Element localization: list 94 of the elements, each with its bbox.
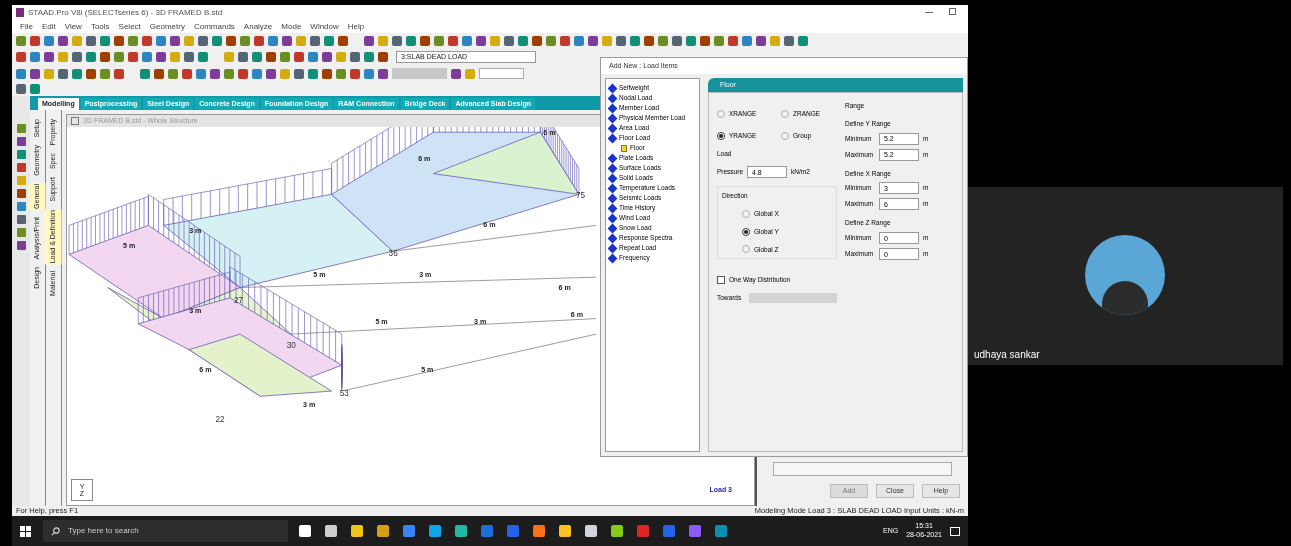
floor-icon [621, 144, 627, 152]
tool-icon[interactable] [30, 68, 40, 79]
dimension-label: 5 m [313, 271, 326, 280]
app-icon[interactable] [351, 525, 363, 537]
radio-button[interactable] [742, 209, 750, 218]
tool-icon[interactable] [252, 68, 262, 79]
window-title: STAAD.Pro V8i (SELECTseries 6) - 3D FRAMED B.std [28, 6, 223, 19]
tool-icon[interactable] [451, 68, 461, 79]
notification-icon[interactable] [950, 526, 960, 536]
node-number: 22 [215, 415, 225, 425]
menu-item[interactable]: View [64, 20, 82, 33]
dimension-label: 5 m [123, 242, 136, 251]
app-icon[interactable] [299, 525, 311, 537]
menu-item[interactable]: Edit [41, 20, 56, 33]
radio-button[interactable] [742, 245, 750, 254]
tool-icon[interactable] [308, 68, 318, 79]
radio-button[interactable] [781, 109, 789, 118]
app-icon[interactable] [611, 525, 623, 537]
radio-button[interactable] [742, 227, 750, 236]
node-number: 30 [286, 340, 296, 350]
tool-icon[interactable] [238, 68, 248, 79]
app-icon[interactable] [481, 525, 493, 537]
dimension-label: 5 m [421, 366, 434, 375]
radio-button[interactable] [781, 131, 789, 140]
windows-start-icon[interactable] [20, 525, 31, 537]
dimension-label: 6 m [199, 366, 212, 375]
tool-icon[interactable] [140, 68, 150, 79]
dimension-label: 6 m [483, 221, 496, 230]
app-icon[interactable] [715, 525, 727, 537]
app-icon[interactable] [533, 525, 545, 537]
tool-icon[interactable] [154, 68, 164, 79]
menu-item[interactable]: Analyze [243, 20, 273, 33]
menu-item[interactable]: Window [310, 20, 339, 33]
app-icon[interactable] [559, 525, 571, 537]
tool-icon[interactable] [350, 68, 360, 79]
menu-item[interactable]: Tools [90, 20, 110, 33]
checkbox[interactable] [717, 276, 725, 285]
tool-icon[interactable] [114, 68, 124, 79]
menu-item[interactable]: Select [118, 20, 141, 33]
app-icon[interactable] [663, 525, 675, 537]
tool-icon[interactable] [294, 68, 304, 79]
window-icon [71, 117, 79, 125]
search-icon [51, 526, 60, 536]
menu-item[interactable]: Geometry [149, 20, 185, 33]
tool-icon[interactable] [58, 68, 68, 79]
app-icon[interactable] [455, 525, 467, 537]
tool-icon[interactable] [72, 68, 82, 79]
input-field[interactable] [479, 68, 524, 79]
dimension-label: 3 m [419, 271, 432, 280]
tool-icon[interactable] [224, 68, 234, 79]
app-icon[interactable] [403, 525, 415, 537]
tool-icon[interactable] [168, 68, 178, 79]
tool-icon[interactable] [86, 68, 96, 79]
app-icon[interactable] [429, 525, 441, 537]
tool-icon[interactable] [322, 68, 332, 79]
app-logo-icon [16, 8, 24, 17]
dimension-label: 6 m [543, 129, 556, 138]
tool-icon[interactable] [364, 68, 374, 79]
dimension-label: 6 m [570, 310, 584, 319]
dimension-label: 6 m [418, 155, 431, 164]
dimension-label: 3 m [189, 226, 202, 235]
menu-item[interactable]: Help [347, 20, 365, 33]
menu-item[interactable]: Mode [281, 20, 302, 33]
dimension-label: 3 m [303, 400, 316, 409]
tool-icon[interactable] [210, 68, 220, 79]
dimension-label: 5 m [375, 317, 388, 326]
tool-icon[interactable] [266, 68, 276, 79]
app-icon[interactable] [507, 525, 519, 537]
app-icon[interactable] [585, 525, 597, 537]
app-icon[interactable] [689, 525, 701, 537]
radio-button[interactable] [717, 131, 725, 140]
node-number: 36 [388, 249, 398, 259]
app-icon[interactable] [377, 525, 389, 537]
dimension-label: 3 m [474, 317, 487, 326]
app-icon[interactable] [637, 525, 649, 537]
menu-item[interactable]: Commands [193, 20, 235, 33]
participant-name: udhaya sankar [974, 348, 1040, 362]
node-number: 53 [339, 389, 349, 399]
tool-icon[interactable] [378, 68, 388, 79]
tool-icon[interactable] [100, 68, 110, 79]
search-field[interactable]: Type here to search [43, 520, 288, 542]
radio-button[interactable] [717, 109, 725, 118]
app-icon[interactable] [325, 525, 337, 537]
menu-item[interactable]: File [20, 20, 33, 33]
dimension-label: 3 m [189, 307, 202, 316]
tool-icon[interactable] [196, 68, 206, 79]
node-number: 75 [575, 191, 585, 201]
tool-icon[interactable] [336, 68, 346, 79]
disabled-field [392, 68, 447, 79]
tool-icon[interactable] [182, 68, 192, 79]
tool-icon[interactable] [16, 68, 26, 79]
maximize-icon[interactable] [949, 8, 956, 15]
node-number: 27 [233, 296, 243, 306]
dimension-label: 6 m [558, 283, 571, 292]
